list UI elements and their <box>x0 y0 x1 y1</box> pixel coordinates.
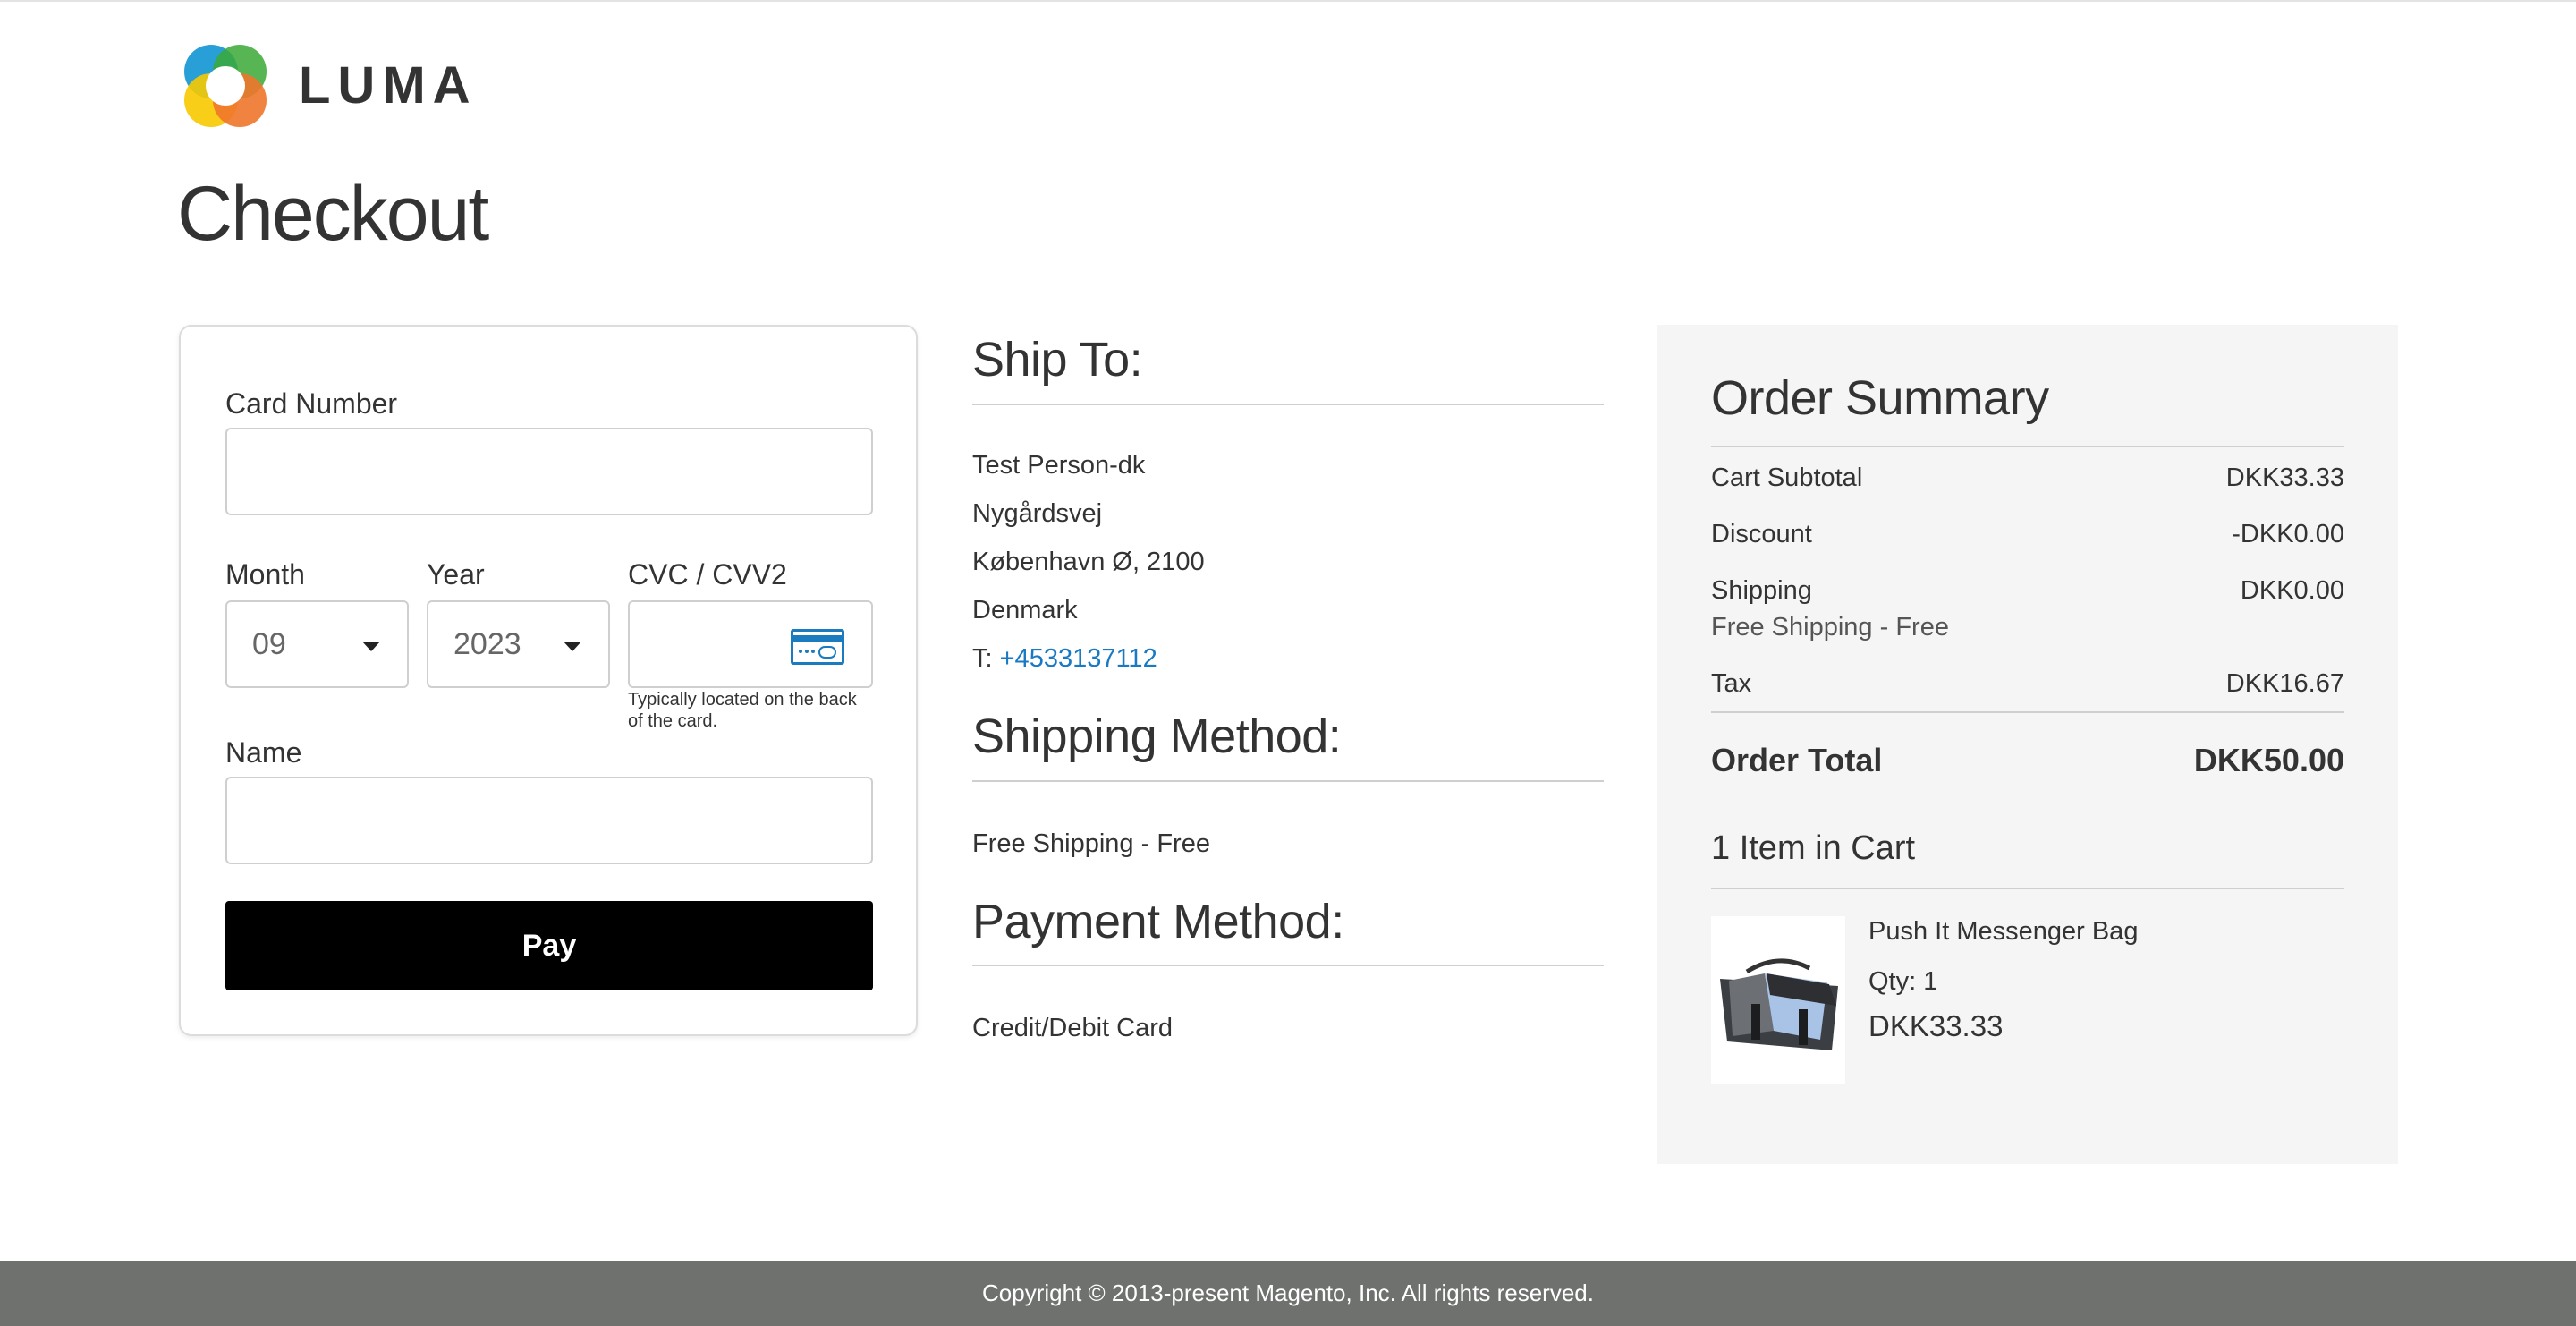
name-input[interactable] <box>225 777 873 864</box>
cvc-hint-line1: Typically located on the back <box>628 690 857 710</box>
shipping-value: DKK0.00 <box>2240 575 2344 605</box>
payment-form: Card Number Month 09 Year 2023 CVC / CVV… <box>179 325 918 1036</box>
tax-row: Tax DKK16.67 <box>1711 669 2344 699</box>
order-total-label: Order Total <box>1711 741 1883 778</box>
cart-subtotal-row: Cart Subtotal DKK33.33 <box>1711 463 2344 493</box>
shipping-details: Ship To: Test Person-dk Nygårdsvej Køben… <box>972 331 1604 1052</box>
payment-method-value: Credit/Debit Card <box>972 1014 1174 1043</box>
copyright-text: Copyright © 2013-present Magento, Inc. A… <box>982 1279 1594 1306</box>
card-back-icon <box>791 629 844 665</box>
ship-to-country: Denmark <box>972 595 1078 625</box>
phone-link[interactable]: +4533137112 <box>1000 644 1157 673</box>
order-total-row: Order Total DKK50.00 <box>1711 742 2344 779</box>
cart-item-details: Push It Messenger Bag Qty: 1 DKK33.33 <box>1868 916 2138 1084</box>
ship-to-city: København Ø, 2100 <box>972 547 1205 576</box>
card-number-input[interactable] <box>225 428 873 515</box>
product-qty: Qty: 1 <box>1868 966 1938 996</box>
top-border <box>0 0 2576 2</box>
luma-logo-icon <box>179 39 272 132</box>
footer: Copyright © 2013-present Magento, Inc. A… <box>0 1261 2576 1326</box>
luma-logo[interactable]: LUMA <box>179 39 478 132</box>
ship-to-street: Nygårdsvej <box>972 498 1103 528</box>
discount-row: Discount -DKK0.00 <box>1711 520 2344 549</box>
shipping-method-title: Shipping Method: <box>972 709 1342 763</box>
cvc-hint-line2: of the card. <box>628 711 718 731</box>
tax-value: DKK16.67 <box>2225 668 2344 698</box>
order-summary-title: Order Summary <box>1711 371 2049 425</box>
divider <box>1711 887 2344 889</box>
card-number-label: Card Number <box>225 387 398 420</box>
month-select[interactable]: 09 <box>225 600 409 688</box>
product-thumbnail <box>1711 915 1845 1084</box>
cart-subtotal-label: Cart Subtotal <box>1711 463 1863 492</box>
shipping-method-sub: Free Shipping - Free <box>1711 612 1949 642</box>
cvc-label: CVC / CVV2 <box>628 558 787 591</box>
divider <box>972 965 1604 967</box>
ship-to-phone: T: +4533137112 <box>972 634 1604 683</box>
cvc-input[interactable] <box>628 600 873 688</box>
ship-to-title: Ship To: <box>972 333 1143 387</box>
divider <box>1711 445 2344 447</box>
name-label: Name <box>225 736 302 769</box>
product-name[interactable]: Push It Messenger Bag <box>1868 916 2138 948</box>
brand-name: LUMA <box>299 56 478 115</box>
product-price: DKK33.33 <box>1868 1008 2004 1042</box>
tax-label: Tax <box>1711 668 1752 698</box>
year-value: 2023 <box>453 626 521 661</box>
cart-item: Push It Messenger Bag Qty: 1 DKK33.33 <box>1711 915 2344 1084</box>
items-in-cart-toggle[interactable]: 1 Item in Cart <box>1711 829 2344 868</box>
shipping-method-value: Free Shipping - Free <box>972 829 1210 858</box>
discount-label: Discount <box>1711 519 1812 548</box>
payment-method-title: Payment Method: <box>972 894 1344 948</box>
chevron-down-icon <box>362 642 380 651</box>
chevron-down-icon <box>564 642 581 651</box>
year-label: Year <box>427 558 485 591</box>
pay-button[interactable]: Pay <box>225 901 873 990</box>
ship-to-name: Test Person-dk <box>972 450 1146 480</box>
month-label: Month <box>225 558 305 591</box>
shipping-label: Shipping <box>1711 575 1812 605</box>
phone-prefix: T: <box>972 643 993 673</box>
divider <box>1711 710 2344 713</box>
order-total-value: DKK50.00 <box>2193 741 2344 778</box>
year-select[interactable]: 2023 <box>427 600 610 688</box>
order-summary: Order Summary Cart Subtotal DKK33.33 Dis… <box>1657 325 2398 1164</box>
shipping-row: Shipping DKK0.00 <box>1711 576 2344 606</box>
page-title: Checkout <box>177 171 489 257</box>
divider <box>972 779 1604 782</box>
divider <box>972 403 1604 405</box>
discount-value: -DKK0.00 <box>2232 519 2344 548</box>
month-value: 09 <box>252 626 286 661</box>
cart-subtotal-value: DKK33.33 <box>2225 463 2344 492</box>
